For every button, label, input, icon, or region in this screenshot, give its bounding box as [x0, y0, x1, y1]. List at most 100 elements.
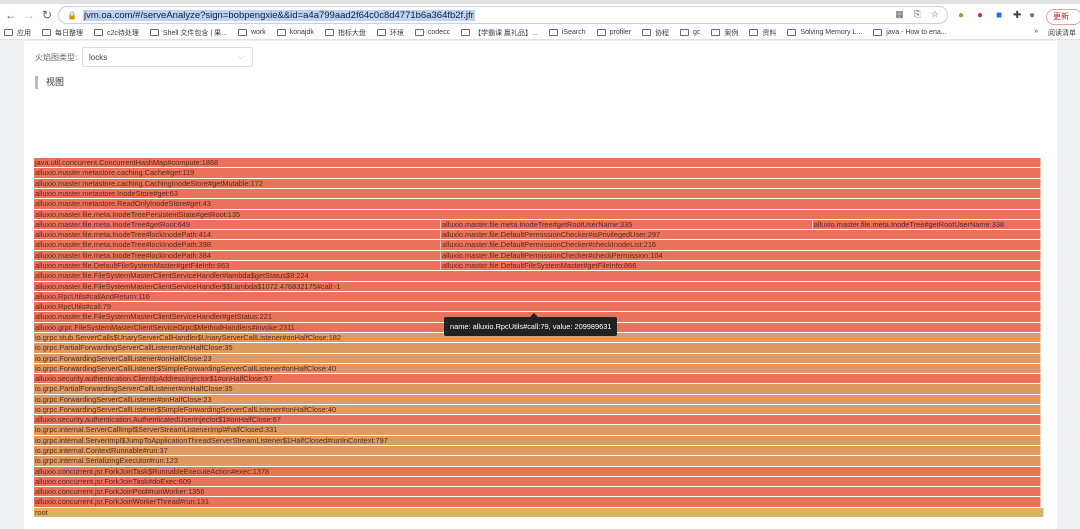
flame-frame[interactable]: alluxio.master.file.DefaultPermissionChe… [441, 250, 1041, 261]
bookmark-item[interactable]: 案例 [711, 28, 738, 38]
flame-frame[interactable]: alluxio.master.file.FileSystemMasterClie… [34, 271, 1041, 281]
flame-frame[interactable]: alluxio.master.file.DefaultFileSystemMas… [34, 261, 442, 271]
bookmark-item[interactable]: work [237, 29, 266, 36]
folder-icon [376, 29, 386, 36]
folder-icon [276, 29, 286, 36]
bookmark-label: work [250, 29, 266, 36]
folder-icon [787, 29, 797, 36]
bookmark-item[interactable]: 每日整理 [42, 28, 83, 38]
folder-icon [94, 29, 103, 36]
bookmark-label: gc [693, 29, 701, 36]
bookmark-item[interactable]: 资料 [749, 28, 776, 38]
extension-icon[interactable]: ● [958, 10, 964, 21]
extension-icon[interactable]: ● [977, 10, 983, 21]
flame-frame[interactable]: alluxio.security.authentication.ClientIp… [34, 374, 1041, 384]
bookmark-label: 协程 [655, 29, 669, 37]
flame-frame[interactable]: io.grpc.internal.ContextRunnable#run:37 [34, 446, 1041, 456]
flame-frame[interactable]: alluxio.concurrent.jsr.ForkJoinWorkerThr… [34, 497, 1041, 507]
folder-icon [237, 29, 247, 36]
folder-icon [749, 29, 759, 36]
flame-frame[interactable]: io.grpc.PartialForwardingServerCallListe… [34, 384, 1041, 394]
folder-icon [873, 29, 883, 36]
flame-frame[interactable]: alluxio.master.metastore.caching.Cache#g… [34, 168, 1041, 178]
forward-icon[interactable]: → [22, 8, 36, 22]
flame-frame[interactable]: alluxio.master.file.meta.InodeTree#getRo… [441, 219, 813, 230]
bookmark-item[interactable]: 应用 [4, 28, 31, 38]
bookmark-item[interactable]: 指标大盘 [324, 28, 366, 38]
flame-frame[interactable]: root [34, 507, 1044, 518]
profile-icon[interactable]: ● [1029, 10, 1035, 21]
flame-frame[interactable]: alluxio.security.authentication.Authenti… [34, 415, 1041, 425]
flame-frame[interactable]: io.grpc.ForwardingServerCallListener#onH… [34, 353, 1041, 363]
folder-icon [548, 29, 558, 36]
bookmarks-bar: 应用 每日整理 c2c待处理 Shell 文件包含 | 果... work konajdk… [0, 26, 1080, 40]
flame-frame[interactable]: alluxio.master.file.meta.InodeTreePersis… [34, 209, 1041, 219]
bookmark-item[interactable]: Solving Memory L... [787, 29, 862, 36]
flame-frame[interactable]: io.grpc.internal.ServerImpl$JumpToApplic… [34, 435, 1041, 446]
flame-frame[interactable]: alluxio.master.file.meta.InodeTree#lockI… [34, 250, 442, 261]
bookmark-item[interactable]: 环境 [376, 28, 404, 38]
folder-icon [324, 29, 334, 36]
flame-frame[interactable]: alluxio.RpcUtils#call:79 [34, 302, 1041, 312]
extension-icon[interactable]: ■ [996, 10, 1002, 21]
bookmark-label: profiler [609, 29, 631, 36]
bookmark-item[interactable]: java - How to ena... [873, 29, 947, 36]
star-icon[interactable]: ☆ [931, 9, 939, 20]
translate-icon[interactable]: ⎘ [914, 9, 921, 20]
flame-frame[interactable]: alluxio.RpcUtils#callAndReturn:116 [34, 291, 1041, 302]
more-bookmarks-button[interactable]: » [1034, 28, 1038, 38]
flame-frame[interactable]: alluxio.master.metastore.ReadOnlyInodeSt… [34, 199, 1041, 209]
bookmark-label: iSearch [561, 29, 586, 36]
flame-frame[interactable]: io.grpc.ForwardingServerCallListener$Sim… [34, 363, 1041, 374]
flame-frame[interactable]: alluxio.concurrent.jsr.ForkJoinPool#runW… [34, 487, 1041, 497]
flame-frame[interactable]: alluxio.master.metastore.InodeStore#get:… [34, 189, 1041, 199]
reload-icon[interactable]: ↻ [40, 8, 54, 22]
lock-icon: 🔒 [67, 10, 77, 20]
bookmark-label: 指标大盘 [337, 29, 366, 37]
bookmark-label: Shell 文件包含 | 果... [162, 29, 227, 37]
folder-icon [414, 29, 424, 36]
folder-icon [42, 29, 51, 36]
bookmark-label: Solving Memory L... [800, 29, 863, 36]
bookmark-item[interactable]: gc [680, 29, 700, 36]
puzzle-icon[interactable]: ✚ [1013, 10, 1021, 21]
bookmark-label: konajdk [289, 29, 314, 36]
bookmark-item[interactable]: 【学霸课 赢礼品】... [461, 28, 538, 38]
flame-frame[interactable]: io.grpc.PartialForwardingServerCallListe… [34, 343, 1041, 353]
flame-frame[interactable]: alluxio.master.file.meta.InodeTree#getRo… [812, 219, 1041, 230]
flame-frame[interactable]: io.grpc.internal.SerializingExecutor#run… [34, 456, 1041, 466]
qr-icon[interactable]: ▦ [895, 9, 904, 20]
flame-frame[interactable]: alluxio.concurrent.jsr.ForkJoinTask$Runn… [34, 466, 1041, 476]
flame-frame[interactable]: alluxio.master.file.meta.InodeTree#lockI… [34, 240, 442, 250]
flame-frame[interactable]: alluxio.concurrent.jsr.ForkJoinTask#doEx… [34, 476, 1041, 487]
flame-frame[interactable]: io.grpc.ForwardingServerCallListener#onH… [34, 394, 1041, 404]
bookmark-item[interactable]: iSearch [548, 29, 586, 36]
update-button[interactable]: 更新 [1046, 9, 1080, 25]
bookmark-item[interactable]: profiler [596, 29, 631, 36]
flame-frame[interactable]: alluxio.master.metastore.caching.Caching… [34, 178, 1041, 189]
flame-frame[interactable]: alluxio.master.file.meta.InodeTree#getRo… [34, 219, 442, 230]
flame-frame[interactable]: io.grpc.internal.ServerCallImpl$ServerSt… [34, 425, 1041, 435]
bookmark-item[interactable]: codecc [414, 29, 450, 36]
address-bar[interactable]: 🔒 jvm.oa.com/#/serveAnalyze?sign=bobpeng… [58, 6, 948, 24]
flame-frame[interactable]: alluxio.master.file.meta.InodeTree#lockI… [34, 230, 442, 240]
back-icon[interactable]: ← [4, 8, 18, 22]
frame-tooltip: name: alluxio.RpcUtils#call:79, value: 2… [444, 313, 618, 336]
flame-graph: root alluxio.concurrent.jsr.ForkJoinWorke… [34, 41, 1044, 519]
bookmark-item[interactable]: 协程 [642, 28, 669, 38]
flame-frame[interactable]: io.grpc.ForwardingServerCallListener$Sim… [34, 404, 1041, 415]
folder-icon [149, 29, 159, 36]
bookmark-item[interactable]: c2c待处理 [94, 28, 139, 38]
reading-list-button[interactable]: 阅读清单 [1048, 28, 1076, 38]
flame-frame[interactable]: alluxio.master.file.DefaultPermissionChe… [441, 240, 1041, 250]
bookmark-item[interactable]: konajdk [276, 29, 314, 36]
flame-frame[interactable]: alluxio.master.file.FileSystemMasterClie… [34, 281, 1041, 291]
flame-frame[interactable]: alluxio.master.file.DefaultFileSystemMas… [441, 261, 1041, 271]
bookmark-label: 【学霸课 赢礼品】... [474, 29, 538, 37]
folder-icon [4, 29, 13, 36]
url-text[interactable]: jvm.oa.com/#/serveAnalyze?sign=bobpengxi… [82, 9, 475, 21]
bookmark-item[interactable]: Shell 文件包含 | 果... [149, 28, 227, 38]
flame-frame[interactable]: alluxio.master.file.DefaultPermissionChe… [441, 230, 1041, 240]
folder-icon [461, 29, 471, 36]
flame-frame[interactable]: java.util.concurrent.ConcurrentHashMap#c… [34, 158, 1041, 168]
